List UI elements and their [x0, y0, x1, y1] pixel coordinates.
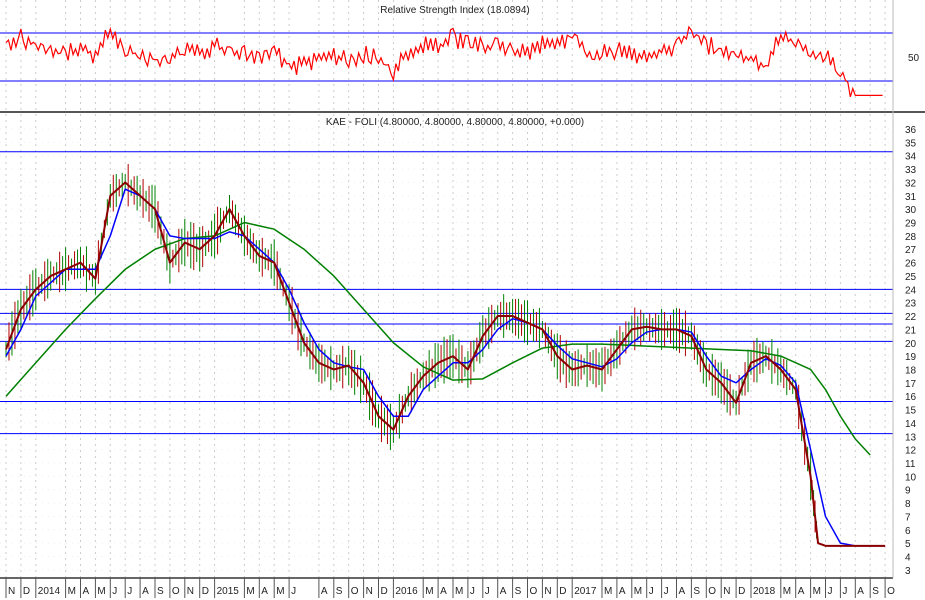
x-tick-label: D	[381, 586, 388, 597]
price-tick-label: 3	[905, 566, 911, 577]
x-tick-label: A	[679, 586, 686, 597]
x-tick-label: M	[425, 586, 433, 597]
ma-short-line	[5, 188, 886, 547]
x-tick-label: S	[515, 586, 522, 597]
x-tick-label: D	[202, 586, 209, 597]
x-tick-label: N	[8, 586, 15, 597]
price-tick-label: 28	[905, 232, 917, 243]
price-tick-label: 16	[905, 392, 917, 403]
x-tick-label: S	[693, 586, 700, 597]
x-axis-labels: N D 2014 M A M J J A S O N D 2015 M A M J A S O N D 2016 M A M J J A S…	[5, 578, 895, 598]
x-tick-label: O	[708, 586, 716, 597]
price-tick-label: 31	[905, 192, 917, 203]
price-tick-label: 15	[905, 406, 917, 417]
x-tick-label: J	[127, 586, 132, 597]
x-tick-label: N	[544, 586, 551, 597]
x-tick-label: D	[738, 586, 745, 597]
price-tick-label: 33	[905, 165, 917, 176]
x-tick-label: M	[455, 586, 463, 597]
price-tick-label: 12	[905, 446, 917, 457]
x-tick-label: N	[187, 586, 194, 597]
price-tick-label: 23	[905, 299, 917, 310]
rsi-tick-label: 50	[908, 53, 920, 64]
x-tick-label: M	[68, 586, 76, 597]
price-tick-label: 17	[905, 379, 917, 390]
x-tick-label: 2015	[217, 586, 240, 597]
x-tick-label: M	[783, 586, 791, 597]
x-tick-label: 2016	[395, 586, 418, 597]
x-tick-label: A	[798, 586, 805, 597]
x-tick-label: J	[485, 586, 490, 597]
price-line	[5, 181, 886, 547]
price-tick-label: 7	[905, 512, 911, 523]
x-tick-label: J	[112, 586, 117, 597]
price-panel: KAE - FOLI (4.80000, 4.80000, 4.80000, 4…	[0, 117, 893, 547]
x-tick-label: S	[157, 586, 164, 597]
x-tick-label: 2018	[753, 586, 776, 597]
x-tick-label: J	[649, 586, 654, 597]
price-tick-label: 5	[905, 539, 911, 550]
price-tick-label: 19	[905, 352, 917, 363]
stock-chart: Relative Strength Index (18.0894) KAE - …	[0, 0, 925, 598]
price-tick-label: 18	[905, 365, 917, 376]
price-tick-label: 21	[905, 325, 917, 336]
x-tick-label: J	[470, 586, 475, 597]
price-tick-label: 4	[905, 553, 911, 564]
x-tick-label: A	[857, 586, 864, 597]
price-tick-label: 20	[905, 339, 917, 350]
x-tick-label: M	[604, 586, 612, 597]
x-tick-label: S	[872, 586, 879, 597]
price-tick-label: 30	[905, 205, 917, 216]
x-tick-label: A	[261, 586, 268, 597]
price-tick-label: 6	[905, 526, 911, 537]
x-tick-label: A	[500, 586, 507, 597]
x-tick-label: J	[828, 586, 833, 597]
x-tick-label: M	[634, 586, 642, 597]
rsi-title: Relative Strength Index (18.0894)	[380, 5, 530, 16]
x-tick-label: M	[97, 586, 105, 597]
price-tick-label: 35	[905, 138, 917, 149]
price-tick-label: 34	[905, 152, 917, 163]
price-tick-label: 11	[905, 459, 916, 470]
x-tick-label: M	[246, 586, 254, 597]
x-tick-label: A	[142, 586, 149, 597]
price-tick-label: 25	[905, 272, 917, 283]
price-title: KAE - FOLI (4.80000, 4.80000, 4.80000, 4…	[326, 117, 584, 128]
x-tick-label: N	[366, 586, 373, 597]
x-tick-label: D	[559, 586, 566, 597]
rsi-panel: Relative Strength Index (18.0894)	[0, 5, 893, 98]
price-tick-label: 22	[905, 312, 917, 323]
x-tick-label: 2014	[38, 586, 61, 597]
price-tick-label: 14	[905, 419, 917, 430]
x-tick-label: J	[842, 586, 847, 597]
x-tick-label: S	[336, 586, 343, 597]
price-tick-label: 26	[905, 259, 917, 270]
x-tick-label: A	[619, 586, 626, 597]
y-axis-labels: 5034567891011121314151617181920212223242…	[905, 53, 920, 577]
price-tick-label: 32	[905, 178, 917, 189]
x-tick-label: N	[723, 586, 730, 597]
price-tick-label: 29	[905, 219, 917, 230]
x-tick-label: O	[351, 586, 359, 597]
x-tick-label: M	[276, 586, 284, 597]
price-tick-label: 13	[905, 432, 917, 443]
price-tick-label: 24	[905, 285, 917, 296]
x-tick-label: J	[291, 586, 296, 597]
price-tick-label: 27	[905, 245, 917, 256]
price-tick-label: 10	[905, 472, 917, 483]
x-tick-label: M	[813, 586, 821, 597]
x-tick-label: A	[440, 586, 447, 597]
x-tick-label: J	[664, 586, 669, 597]
x-tick-label: O	[530, 586, 538, 597]
x-tick-label: A	[83, 586, 90, 597]
x-tick-label: O	[172, 586, 180, 597]
x-tick-label: 2017	[574, 586, 597, 597]
price-tick-label: 8	[905, 499, 911, 510]
price-tick-label: 36	[905, 125, 917, 136]
price-tick-label: 9	[905, 486, 911, 497]
x-tick-label: O	[887, 586, 895, 597]
x-tick-label: D	[23, 586, 30, 597]
x-tick-label: A	[321, 586, 328, 597]
